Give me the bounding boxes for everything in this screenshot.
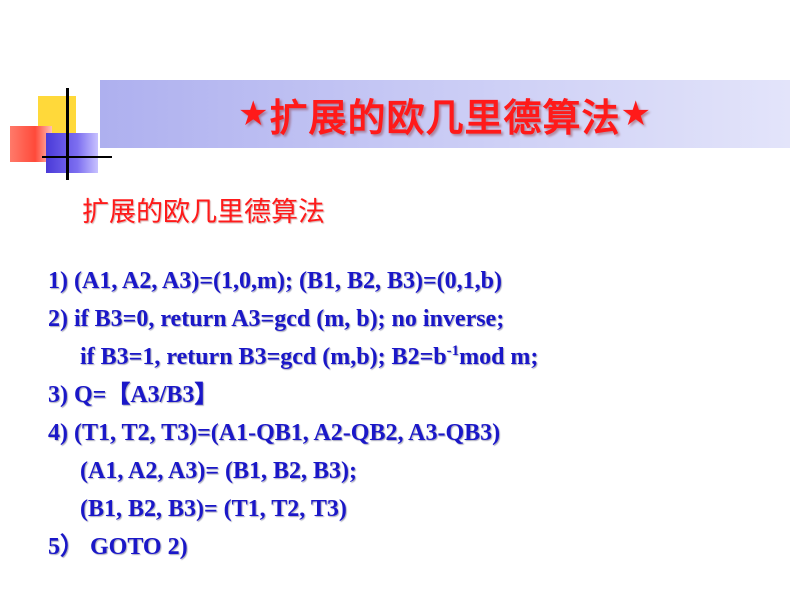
star-icon: ★ (620, 94, 652, 134)
star-icon: ★ (238, 94, 270, 134)
step-line-2b-text: if B3=1, return B3=gcd (m,b); B2=b (80, 344, 447, 370)
step-line-3: 3) Q=【A3/B3】 (48, 382, 219, 408)
algorithm-steps: 1) (A1, A2, A3)=(1,0,m); (B1, B2, B3)=(0… (48, 262, 788, 566)
title-text: 扩展的欧几里德算法 (269, 95, 621, 140)
slide-subtitle: 扩展的欧几里德算法 (82, 197, 325, 228)
blue-square-decoration (46, 133, 98, 173)
inverse-exponent: -1 (446, 343, 460, 359)
step-line-4: 4) (T1, T2, T3)=(A1-QB1, A2-QB2, A3-QB3) (48, 420, 501, 446)
step-line-1: 1) (A1, A2, A3)=(1,0,m); (B1, B2, B3)=(0… (48, 268, 502, 294)
slide-title: ★ 扩展的欧几里德算法 ★ (100, 80, 790, 148)
step-line-2b-tail: mod m; (459, 344, 539, 370)
step-line-2b: if B3=1, return B3=gcd (m,b); B2=b-1mod … (48, 338, 788, 376)
step-line-5: 5） GOTO 2) (48, 534, 188, 560)
vertical-line-decoration (66, 88, 69, 180)
step-line-4b: (A1, A2, A3)= (B1, B2, B3); (80, 458, 358, 484)
step-line-4c: (B1, B2, B3)= (T1, T2, T3) (80, 496, 347, 522)
horizontal-line-decoration (42, 156, 112, 158)
step-line-2: 2) if B3=0, return A3=gcd (m, b); no inv… (48, 306, 505, 332)
